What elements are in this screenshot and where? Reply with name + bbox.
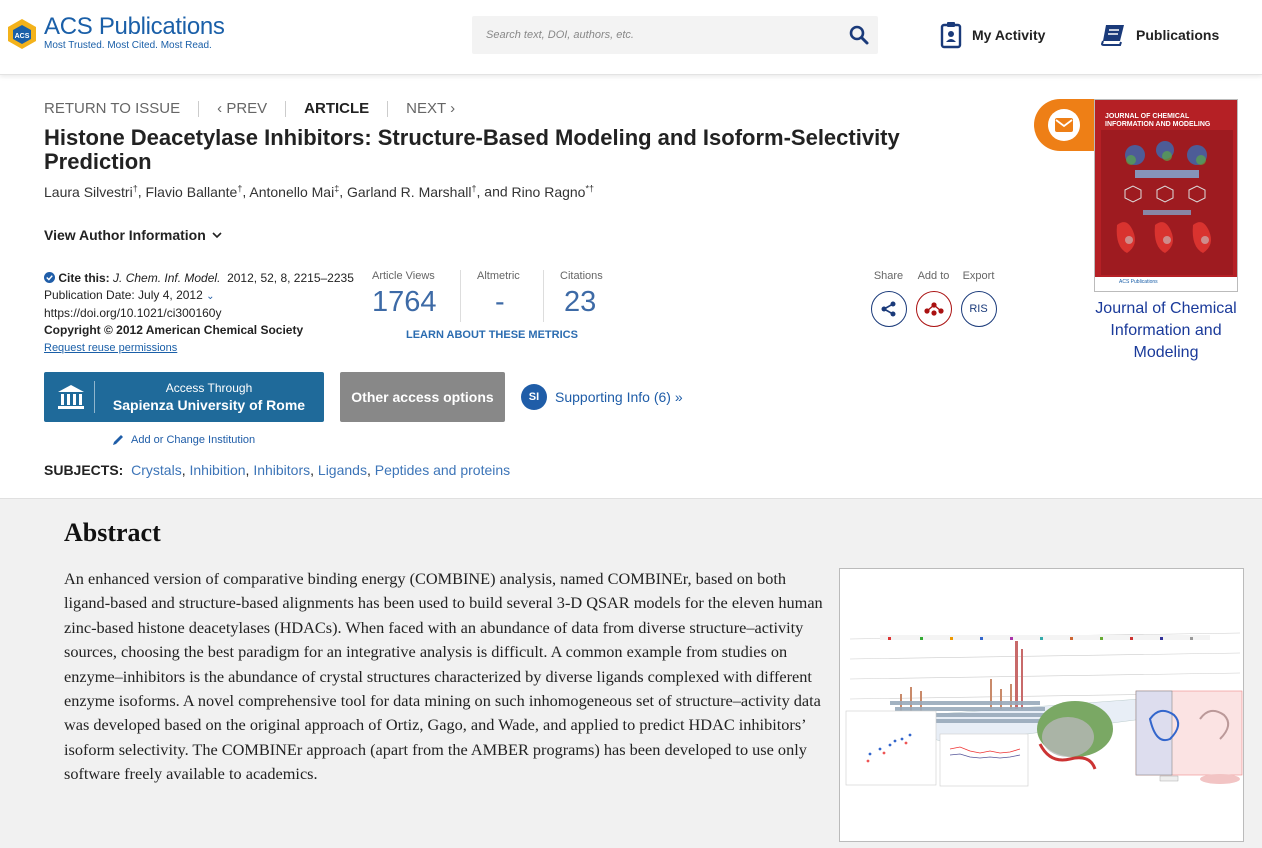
search-box <box>472 16 878 54</box>
search-input[interactable] <box>486 26 826 44</box>
add-to-tool: Add to <box>911 270 956 327</box>
journal-cover[interactable]: JOURNAL OF CHEMICAL INFORMATION AND MODE… <box>1094 99 1238 292</box>
divider <box>285 100 287 117</box>
email-alerts-button[interactable] <box>1034 99 1096 151</box>
clipboard-person-icon <box>940 22 962 49</box>
supporting-info-label: Supporting Info (6) » <box>555 389 683 405</box>
abstract-heading: Abstract <box>64 518 161 547</box>
cite-journal: J. Chem. Inf. Model. <box>113 271 221 285</box>
author-link[interactable]: Garland R. Marshall† <box>347 183 477 200</box>
cover-artwork <box>1101 130 1233 275</box>
view-author-label: View Author Information <box>44 227 206 243</box>
author-link[interactable]: Antonello Mai‡ <box>249 183 339 200</box>
copyright: Copyright © 2012 American Chemical Socie… <box>44 323 304 337</box>
supporting-info-link[interactable]: SI Supporting Info (6) » <box>521 384 683 410</box>
mendeley-icon <box>923 302 944 316</box>
author-link[interactable]: Flavio Ballante† <box>146 183 243 200</box>
chevron-left-icon: ‹ <box>217 100 227 117</box>
chevron-down-icon: ⌄ <box>206 291 215 302</box>
journal-name-link[interactable]: Journal of Chemical Information and Mode… <box>1090 298 1242 364</box>
export-tool: Export RIS <box>956 270 1001 327</box>
check-circle-icon <box>44 272 55 283</box>
return-to-issue-link[interactable]: RETURN TO ISSUE <box>44 100 180 117</box>
subject-link[interactable]: Inhibitors <box>253 462 310 478</box>
envelope-icon <box>1048 109 1080 141</box>
institution-icon <box>58 385 84 409</box>
citation-meta: Cite this: J. Chem. Inf. Model. 2012, 52… <box>44 270 354 357</box>
institutional-access-button[interactable]: Access Through Sapienza University of Ro… <box>44 372 324 422</box>
share-icon <box>881 301 895 317</box>
book-icon <box>1100 25 1124 46</box>
top-header: ACS ACS Publications Most Trusted. Most … <box>0 0 1262 75</box>
share-button[interactable] <box>870 291 907 327</box>
cite-this-label[interactable]: Cite this: <box>58 271 109 285</box>
article-title: Histone Deacetylase Inhibitors: Structur… <box>44 125 900 174</box>
citations-value: 23 <box>564 286 597 318</box>
share-tool: Share <box>866 270 911 327</box>
next-article-link[interactable]: NEXT › <box>406 100 455 117</box>
export-ris-button[interactable]: RIS <box>960 291 997 327</box>
subjects-label: SUBJECTS: <box>44 462 124 478</box>
view-author-information-toggle[interactable]: View Author Information <box>44 227 224 243</box>
chevron-down-icon <box>212 232 222 239</box>
svg-text:ACS: ACS <box>15 33 30 40</box>
prev-label: PREV <box>226 100 268 117</box>
other-access-options-button[interactable]: Other access options <box>340 372 505 422</box>
acs-logo[interactable]: ACS ACS Publications Most Trusted. Most … <box>5 15 225 52</box>
publications-label: Publications <box>1136 27 1220 43</box>
article-tools: Share Add to Export RIS <box>866 270 1001 327</box>
institution-name: Sapienza University of Rome <box>112 397 306 413</box>
doi-link[interactable]: https://doi.org/10.1021/ci300160y <box>44 305 354 322</box>
my-activity-label: My Activity <box>972 27 1046 43</box>
divider <box>198 100 200 117</box>
abstract-text: An enhanced version of comparative bindi… <box>64 569 823 784</box>
acs-hexagon-icon: ACS <box>5 17 39 51</box>
toc-graphic[interactable] <box>839 568 1244 842</box>
add-institution-label: Add or Change Institution <box>131 433 256 446</box>
author-list: Laura Silvestri†, Flavio Ballante†, Anto… <box>44 183 594 200</box>
learn-about-metrics-link[interactable]: LEARN ABOUT THESE METRICS <box>406 329 578 341</box>
current-article-label: ARTICLE <box>304 100 370 117</box>
toc-graphic-image <box>840 569 1243 841</box>
logo-title: ACS Publications <box>44 13 225 40</box>
author-link[interactable]: Laura Silvestri† <box>44 183 138 200</box>
subject-link[interactable]: Peptides and proteins <box>375 462 510 478</box>
altmetric-value: - <box>495 286 505 318</box>
search-icon[interactable] <box>848 24 870 46</box>
article-views-metric: Article Views 1764 <box>372 270 456 322</box>
subject-link[interactable]: Ligands <box>318 462 367 478</box>
subject-link[interactable]: Inhibition <box>189 462 245 478</box>
cover-footer-band: ACS Publications <box>1095 277 1237 291</box>
article-navigation: RETURN TO ISSUE ‹ PREV ARTICLE NEXT › <box>44 100 455 117</box>
altmetric-metric[interactable]: Altmetric - <box>477 270 539 322</box>
divider <box>543 270 544 322</box>
author-link[interactable]: Rino Ragno*† <box>512 183 594 200</box>
si-badge-icon: SI <box>521 384 547 410</box>
pencil-icon <box>113 435 123 445</box>
cover-publisher: ACS Publications <box>1119 279 1158 285</box>
subject-link[interactable]: Crystals <box>131 462 182 478</box>
access-through-label: Access Through <box>165 381 253 395</box>
my-activity-link[interactable]: My Activity <box>940 20 1045 50</box>
add-to-mendeley-button[interactable] <box>915 291 952 327</box>
divider <box>460 270 461 322</box>
divider <box>94 381 95 413</box>
logo-tagline: Most Trusted. Most Cited. Most Read. <box>44 40 212 51</box>
chevron-right-icon: › <box>445 100 456 117</box>
article-views-value: 1764 <box>372 286 437 318</box>
add-change-institution-link[interactable]: Add or Change Institution <box>112 433 255 446</box>
subjects-list: SUBJECTS: Crystals, Inhibition, Inhibito… <box>44 462 511 478</box>
citations-metric[interactable]: Citations 23 <box>560 270 630 322</box>
divider <box>387 100 389 117</box>
article-metrics: Article Views 1764 Altmetric - Citations… <box>372 270 630 322</box>
publications-link[interactable]: Publications <box>1100 20 1219 50</box>
next-label: NEXT <box>406 100 446 117</box>
prev-article-link[interactable]: ‹ PREV <box>217 100 267 117</box>
cite-details: 2012, 52, 8, 2215–2235 <box>227 271 354 285</box>
publication-date-toggle[interactable]: Publication Date: July 4, 2012 ⌄ <box>44 287 354 305</box>
reuse-permissions-link[interactable]: Request reuse permissions <box>44 342 177 354</box>
